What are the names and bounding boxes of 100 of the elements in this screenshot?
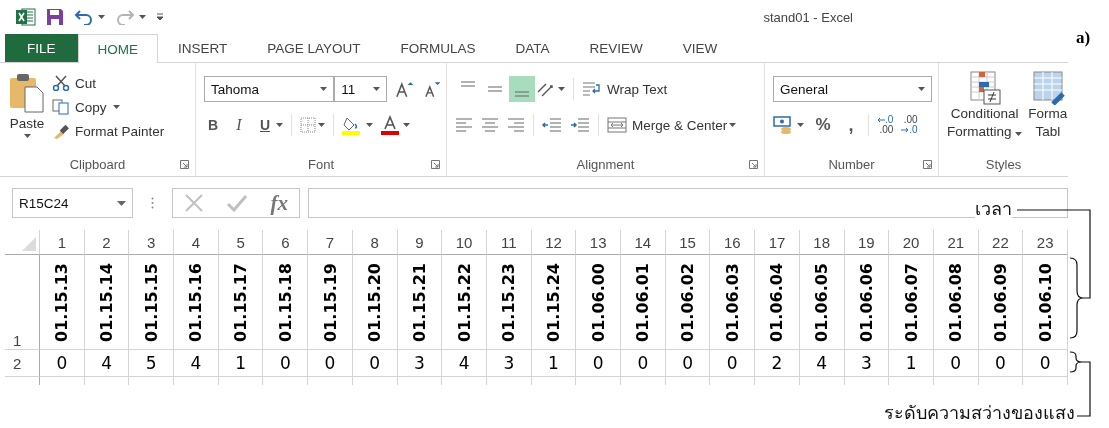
column-header[interactable]: 9 xyxy=(397,230,443,255)
font-size-dropdown[interactable]: 11 xyxy=(334,76,388,102)
caret-icon[interactable] xyxy=(918,87,925,91)
column-header[interactable]: 2 xyxy=(84,230,130,255)
table-cell: 01.15.17 xyxy=(218,255,264,350)
comma-style-button[interactable]: , xyxy=(842,114,860,136)
check-icon[interactable] xyxy=(226,194,249,212)
column-header[interactable]: 22 xyxy=(978,230,1024,255)
column-header[interactable]: 4 xyxy=(174,230,219,255)
number-format-dropdown[interactable]: General xyxy=(773,76,932,102)
caret-icon[interactable] xyxy=(366,123,373,127)
increase-font-size-icon[interactable] xyxy=(395,80,415,98)
column-header[interactable]: 3 xyxy=(129,230,175,255)
column-header[interactable]: 17 xyxy=(755,230,800,255)
name-box[interactable]: R15C24 xyxy=(12,188,133,218)
file-tab[interactable]: FILE xyxy=(5,34,78,62)
caret-icon[interactable] xyxy=(23,134,31,138)
caret-icon[interactable] xyxy=(139,15,146,19)
ribbon-tab[interactable]: VIEW xyxy=(662,34,738,62)
column-header[interactable]: 16 xyxy=(710,230,756,255)
customize-menu-icon[interactable] xyxy=(156,13,164,21)
caret-icon[interactable] xyxy=(797,123,804,127)
table-cell: 01.15.21 xyxy=(397,255,443,350)
merge-center-button[interactable]: Merge & Center xyxy=(607,117,728,133)
table-cell: 0 xyxy=(978,350,1024,377)
ribbon-tab[interactable]: PAGE LAYOUT xyxy=(247,34,381,62)
caret-icon[interactable] xyxy=(373,87,381,91)
caret-icon[interactable] xyxy=(320,87,328,91)
table-cell: 4 xyxy=(799,350,845,377)
paintbrush-icon[interactable] xyxy=(52,123,70,139)
undo-icon[interactable] xyxy=(74,9,94,25)
merge-cells-icon[interactable] xyxy=(607,117,627,133)
column-header[interactable]: 8 xyxy=(352,230,398,255)
conditional-formatting-button[interactable]: Conditional Formatting xyxy=(947,69,1023,152)
font-color-icon[interactable] xyxy=(381,115,401,135)
clipboard-icon[interactable] xyxy=(8,73,46,113)
ribbon-tab[interactable]: DATA xyxy=(495,34,570,62)
column-header[interactable]: 23 xyxy=(1023,230,1068,255)
dialog-launcher-icon[interactable] xyxy=(749,160,758,169)
ribbon-tab[interactable]: HOME xyxy=(77,34,158,63)
decrease-decimal-button[interactable]: .00 .0 xyxy=(901,115,918,135)
column-header[interactable]: 12 xyxy=(531,230,577,255)
copy-button[interactable]: Copy xyxy=(52,99,107,115)
paste-button[interactable]: Paste xyxy=(8,69,46,152)
column-header[interactable]: 14 xyxy=(621,230,666,255)
column-header[interactable]: 19 xyxy=(844,230,890,255)
dialog-launcher-icon[interactable] xyxy=(923,160,932,169)
cut-button[interactable]: Cut xyxy=(52,75,165,91)
table-cell: 01.15.19 xyxy=(308,255,353,350)
column-header[interactable]: 10 xyxy=(442,230,487,255)
formula-input-field[interactable] xyxy=(308,188,1068,218)
percent-button[interactable]: % xyxy=(812,115,834,135)
format-as-table-button[interactable]: Forma Tabl xyxy=(1028,69,1068,152)
column-header[interactable]: 7 xyxy=(308,230,353,255)
caret-icon[interactable] xyxy=(318,123,325,127)
scissors-icon[interactable] xyxy=(52,75,70,91)
ribbon-tab[interactable]: FORMULAS xyxy=(380,34,496,62)
table-cell: 01.06.08 xyxy=(933,255,979,350)
excel-logo-icon[interactable] xyxy=(16,8,36,26)
column-header[interactable]: 20 xyxy=(889,230,934,255)
decrease-font-size-icon[interactable] xyxy=(422,80,440,98)
caret-icon[interactable] xyxy=(558,87,565,91)
underline-button[interactable]: U xyxy=(256,117,274,133)
increase-decimal-button[interactable]: .0 .00 xyxy=(877,115,894,135)
bold-button[interactable]: B xyxy=(204,117,222,133)
font-name-dropdown[interactable]: Tahoma xyxy=(204,76,335,102)
ribbon-tab[interactable]: REVIEW xyxy=(569,34,663,62)
caret-icon[interactable] xyxy=(112,105,120,109)
column-header[interactable]: 11 xyxy=(486,230,532,255)
dialog-launcher-icon[interactable] xyxy=(180,160,189,169)
column-header[interactable]: 18 xyxy=(799,230,845,255)
column-header[interactable]: 5 xyxy=(218,230,264,255)
copy-icon[interactable] xyxy=(52,99,70,115)
format-painter-button[interactable]: Format Painter xyxy=(52,123,165,139)
column-header[interactable]: 1 xyxy=(40,230,85,255)
insert-function-button[interactable]: fx xyxy=(270,190,288,216)
increase-indent-icon[interactable] xyxy=(570,118,590,132)
right-arrow-icon[interactable] xyxy=(901,127,910,133)
wrap-text-icon[interactable] xyxy=(582,81,602,97)
dialog-launcher-icon[interactable] xyxy=(431,160,440,169)
row-header[interactable]: 2 xyxy=(5,350,40,377)
caret-icon[interactable] xyxy=(1015,132,1023,136)
caret-icon[interactable] xyxy=(403,123,410,127)
caret-icon[interactable] xyxy=(98,15,105,19)
grip-icon[interactable] xyxy=(151,197,154,209)
column-header[interactable]: 6 xyxy=(263,230,309,255)
wrap-text-button[interactable]: Wrap Text xyxy=(582,81,668,97)
table-icon[interactable] xyxy=(1030,71,1065,105)
column-header[interactable]: 13 xyxy=(576,230,622,255)
ribbon-tab[interactable]: INSERT xyxy=(158,34,248,62)
caret-icon[interactable] xyxy=(729,123,737,127)
column-header[interactable]: 21 xyxy=(933,230,979,255)
left-arrow-icon[interactable] xyxy=(877,117,885,123)
decrease-indent-icon[interactable] xyxy=(542,118,562,132)
save-icon[interactable] xyxy=(46,8,64,26)
column-header[interactable]: 15 xyxy=(665,230,711,255)
italic-button[interactable]: I xyxy=(230,116,248,134)
row-header[interactable]: 1 xyxy=(5,255,40,350)
conditional-formatting-icon[interactable] xyxy=(967,71,1002,105)
caret-icon[interactable] xyxy=(276,123,283,127)
